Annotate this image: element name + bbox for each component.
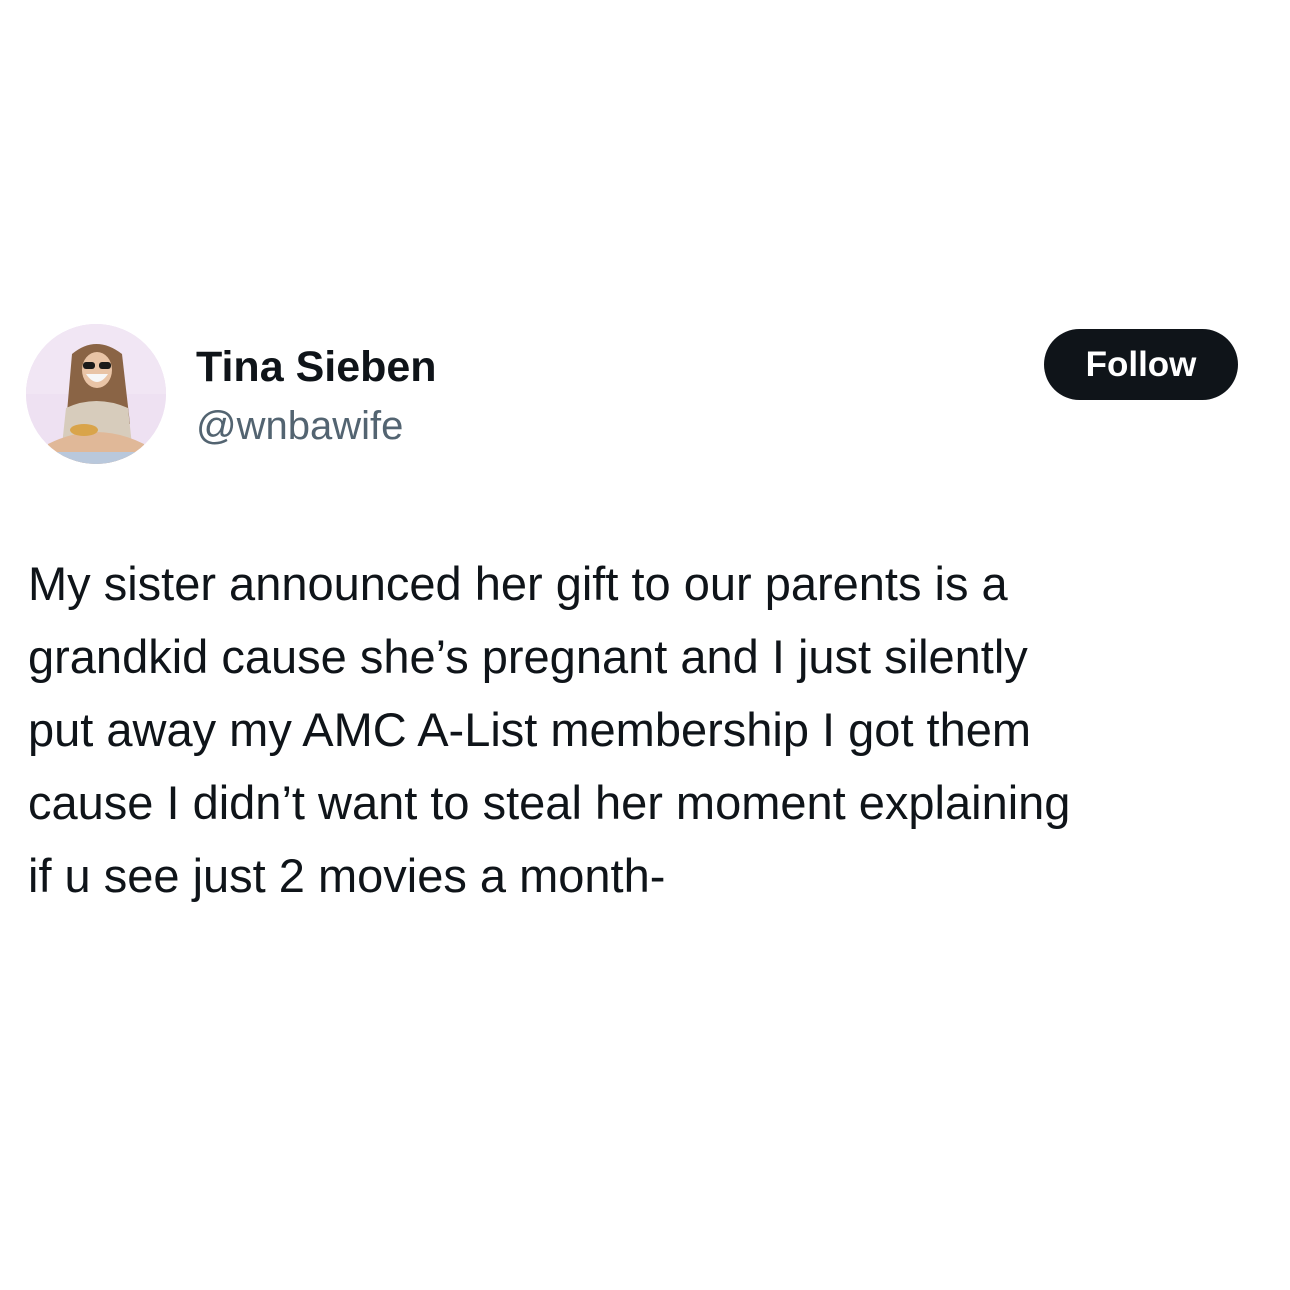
tweet-text-line: put away my AMC A-List membership I got … [28, 703, 1032, 756]
tweet-text-line: grandkid cause she’s pregnant and I just… [28, 630, 1028, 683]
tweet-text-line: cause I didn’t want to steal her moment … [28, 776, 1071, 829]
follow-button[interactable]: Follow [1044, 329, 1238, 400]
tweet-text: My sister announced her gift to our pare… [28, 547, 1268, 912]
author-handle[interactable]: @wnbawife [196, 402, 403, 450]
avatar[interactable] [26, 324, 166, 464]
tweet-text-line: if u see just 2 movies a month- [28, 849, 666, 902]
author-display-name[interactable]: Tina Sieben [196, 342, 437, 392]
tweet-card: Tina Sieben @wnbawife Follow My sister a… [0, 0, 1290, 1290]
tweet-text-line: My sister announced her gift to our pare… [28, 557, 1008, 610]
avatar-photo-icon [26, 324, 166, 464]
